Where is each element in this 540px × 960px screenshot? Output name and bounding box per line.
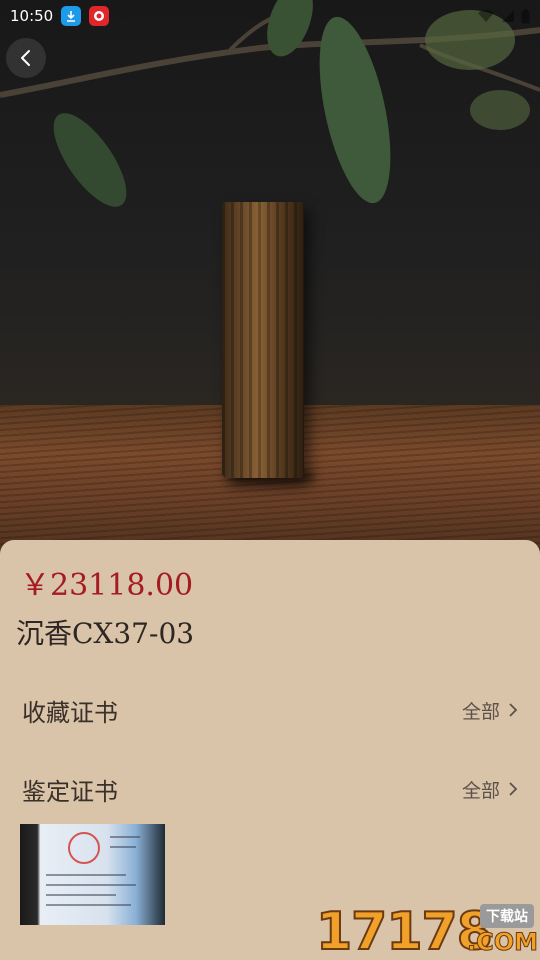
certificate-text-line [46,874,126,876]
chevron-right-icon [509,782,518,796]
collection-certificate-all-label: 全部 [461,700,500,723]
appraisal-certificate-all-link[interactable]: 全部 [462,776,518,803]
certificate-text-line [46,904,131,906]
certificate-text-line [46,894,116,896]
wifi-icon [478,10,494,22]
status-indicators [477,8,530,24]
back-arrow-icon [21,50,30,66]
product-hero-image [0,0,540,560]
product-info-sheet: ￥23118.00 沉香CX37-03 收藏证书 全部 鉴定证书 全部 [0,540,540,960]
back-button[interactable] [6,38,46,78]
watermark-number: 17178 [315,901,494,960]
agarwood-block [222,202,304,478]
battery-icon [521,8,530,23]
appraisal-certificate-all-label: 全部 [461,779,500,802]
certificate-text-line [110,846,136,848]
collection-certificate-label: 收藏证书 [22,698,118,727]
product-title: 沉香CX37-03 [16,617,195,650]
certificate-stamp [68,832,100,864]
status-bar: 10:50 [0,0,540,32]
app-notification-icon [89,6,110,26]
watermark-suffix: .COM [466,928,538,957]
collection-certificate-row: 收藏证书 全部 [0,690,540,730]
certificate-text-line [110,836,140,838]
appraisal-certificate-row: 鉴定证书 全部 [0,769,540,809]
appraisal-certificate-label: 鉴定证书 [22,777,118,806]
chevron-right-icon [509,703,518,717]
certificate-text-line [46,884,136,886]
product-price: ￥23118.00 [20,568,194,603]
signal-icon [502,10,514,22]
watermark-tag: 下载站 [480,904,534,928]
download-icon [61,6,82,26]
collection-certificate-all-link[interactable]: 全部 [462,697,518,724]
site-watermark: 17178 下载站 .COM [315,898,540,960]
appraisal-certificate-thumbnail[interactable] [20,824,165,925]
status-time: 10:50 [10,7,54,25]
